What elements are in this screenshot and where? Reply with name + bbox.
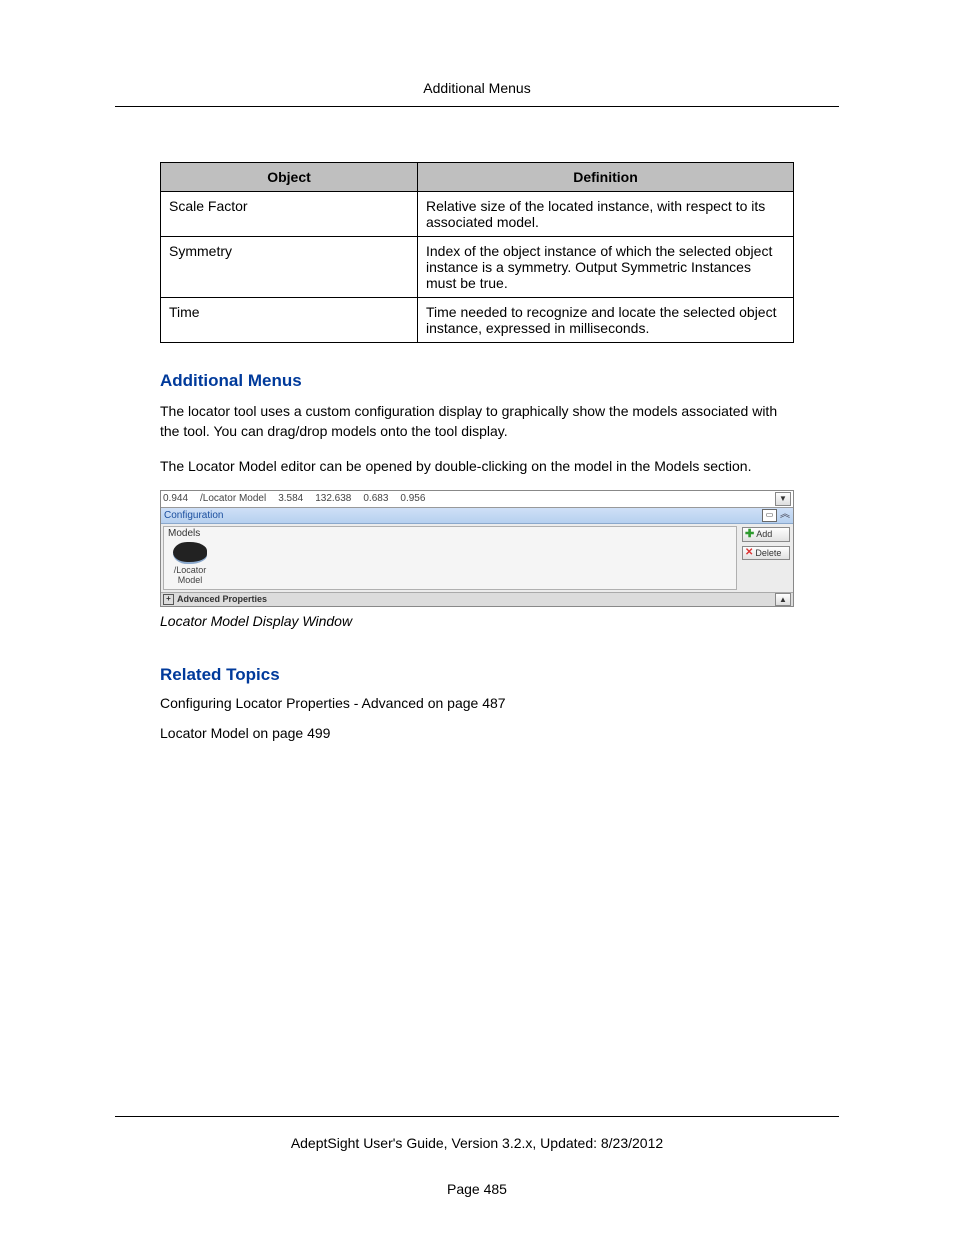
table-header-definition: Definition	[418, 163, 794, 192]
window-icon[interactable]: ▭	[762, 509, 777, 522]
heading-additional-menus: Additional Menus	[160, 371, 794, 391]
table-row: Scale Factor Relative size of the locate…	[161, 192, 794, 237]
figure-config-bar: Configuration ▭ ︽	[161, 508, 793, 524]
expand-plus-icon: +	[163, 594, 174, 605]
models-group-label: Models	[168, 528, 732, 539]
add-button[interactable]: ✚ Add	[742, 527, 790, 542]
related-link[interactable]: Locator Model on page 499	[160, 725, 794, 741]
advanced-properties-label: Advanced Properties	[177, 594, 267, 604]
advanced-properties-expander[interactable]: + Advanced Properties	[163, 594, 267, 605]
figure-value: 0.956	[400, 493, 425, 504]
table-row: Symmetry Index of the object instance of…	[161, 237, 794, 298]
collapse-up-icon[interactable]: ︽	[780, 510, 790, 520]
figure-value: 132.638	[315, 493, 351, 504]
header-rule	[115, 106, 839, 107]
table-cell-object: Time	[161, 298, 418, 343]
locator-model-figure: 0.944 /Locator Model 3.584 132.638 0.683…	[160, 490, 794, 607]
related-link[interactable]: Configuring Locator Properties - Advance…	[160, 695, 794, 711]
paragraph: The Locator Model editor can be opened b…	[160, 456, 794, 476]
model-shape-icon	[173, 542, 207, 563]
footer-page-number: Page 485	[115, 1181, 839, 1197]
figure-value: /Locator Model	[200, 493, 266, 504]
table-row: Time Time needed to recognize and locate…	[161, 298, 794, 343]
delete-button-label: Delete	[755, 548, 781, 558]
figure-value: 3.584	[278, 493, 303, 504]
paragraph: The locator tool uses a custom configura…	[160, 401, 794, 442]
model-thumbnail[interactable]: /Locator Model	[168, 542, 212, 585]
running-header: Additional Menus	[115, 80, 839, 96]
cross-icon: ✕	[745, 548, 753, 558]
figure-footer-bar: + Advanced Properties ▲	[161, 592, 793, 606]
table-cell-definition: Relative size of the located instance, w…	[418, 192, 794, 237]
table-header-object: Object	[161, 163, 418, 192]
footer-guide-line: AdeptSight User's Guide, Version 3.2.x, …	[115, 1135, 839, 1151]
figure-value: 0.683	[363, 493, 388, 504]
dropdown-icon[interactable]: ▼	[775, 492, 791, 506]
table-cell-definition: Index of the object instance of which th…	[418, 237, 794, 298]
figure-caption: Locator Model Display Window	[160, 613, 794, 629]
plus-icon: ✚	[745, 529, 754, 540]
table-cell-object: Scale Factor	[161, 192, 418, 237]
models-group: Models /Locator Model	[163, 526, 737, 590]
add-button-label: Add	[756, 529, 772, 539]
figure-value: 0.944	[163, 493, 188, 504]
figure-side-buttons: ✚ Add ✕ Delete	[739, 524, 793, 592]
configuration-label: Configuration	[164, 510, 223, 521]
model-thumbnail-label: /Locator Model	[168, 565, 212, 585]
footer-rule	[115, 1116, 839, 1117]
scroll-up-icon[interactable]: ▲	[775, 593, 791, 606]
table-cell-object: Symmetry	[161, 237, 418, 298]
delete-button[interactable]: ✕ Delete	[742, 546, 790, 560]
heading-related-topics: Related Topics	[160, 665, 794, 685]
figure-data-row: 0.944 /Locator Model 3.584 132.638 0.683…	[161, 491, 793, 508]
table-cell-definition: Time needed to recognize and locate the …	[418, 298, 794, 343]
definitions-table: Object Definition Scale Factor Relative …	[160, 162, 794, 343]
